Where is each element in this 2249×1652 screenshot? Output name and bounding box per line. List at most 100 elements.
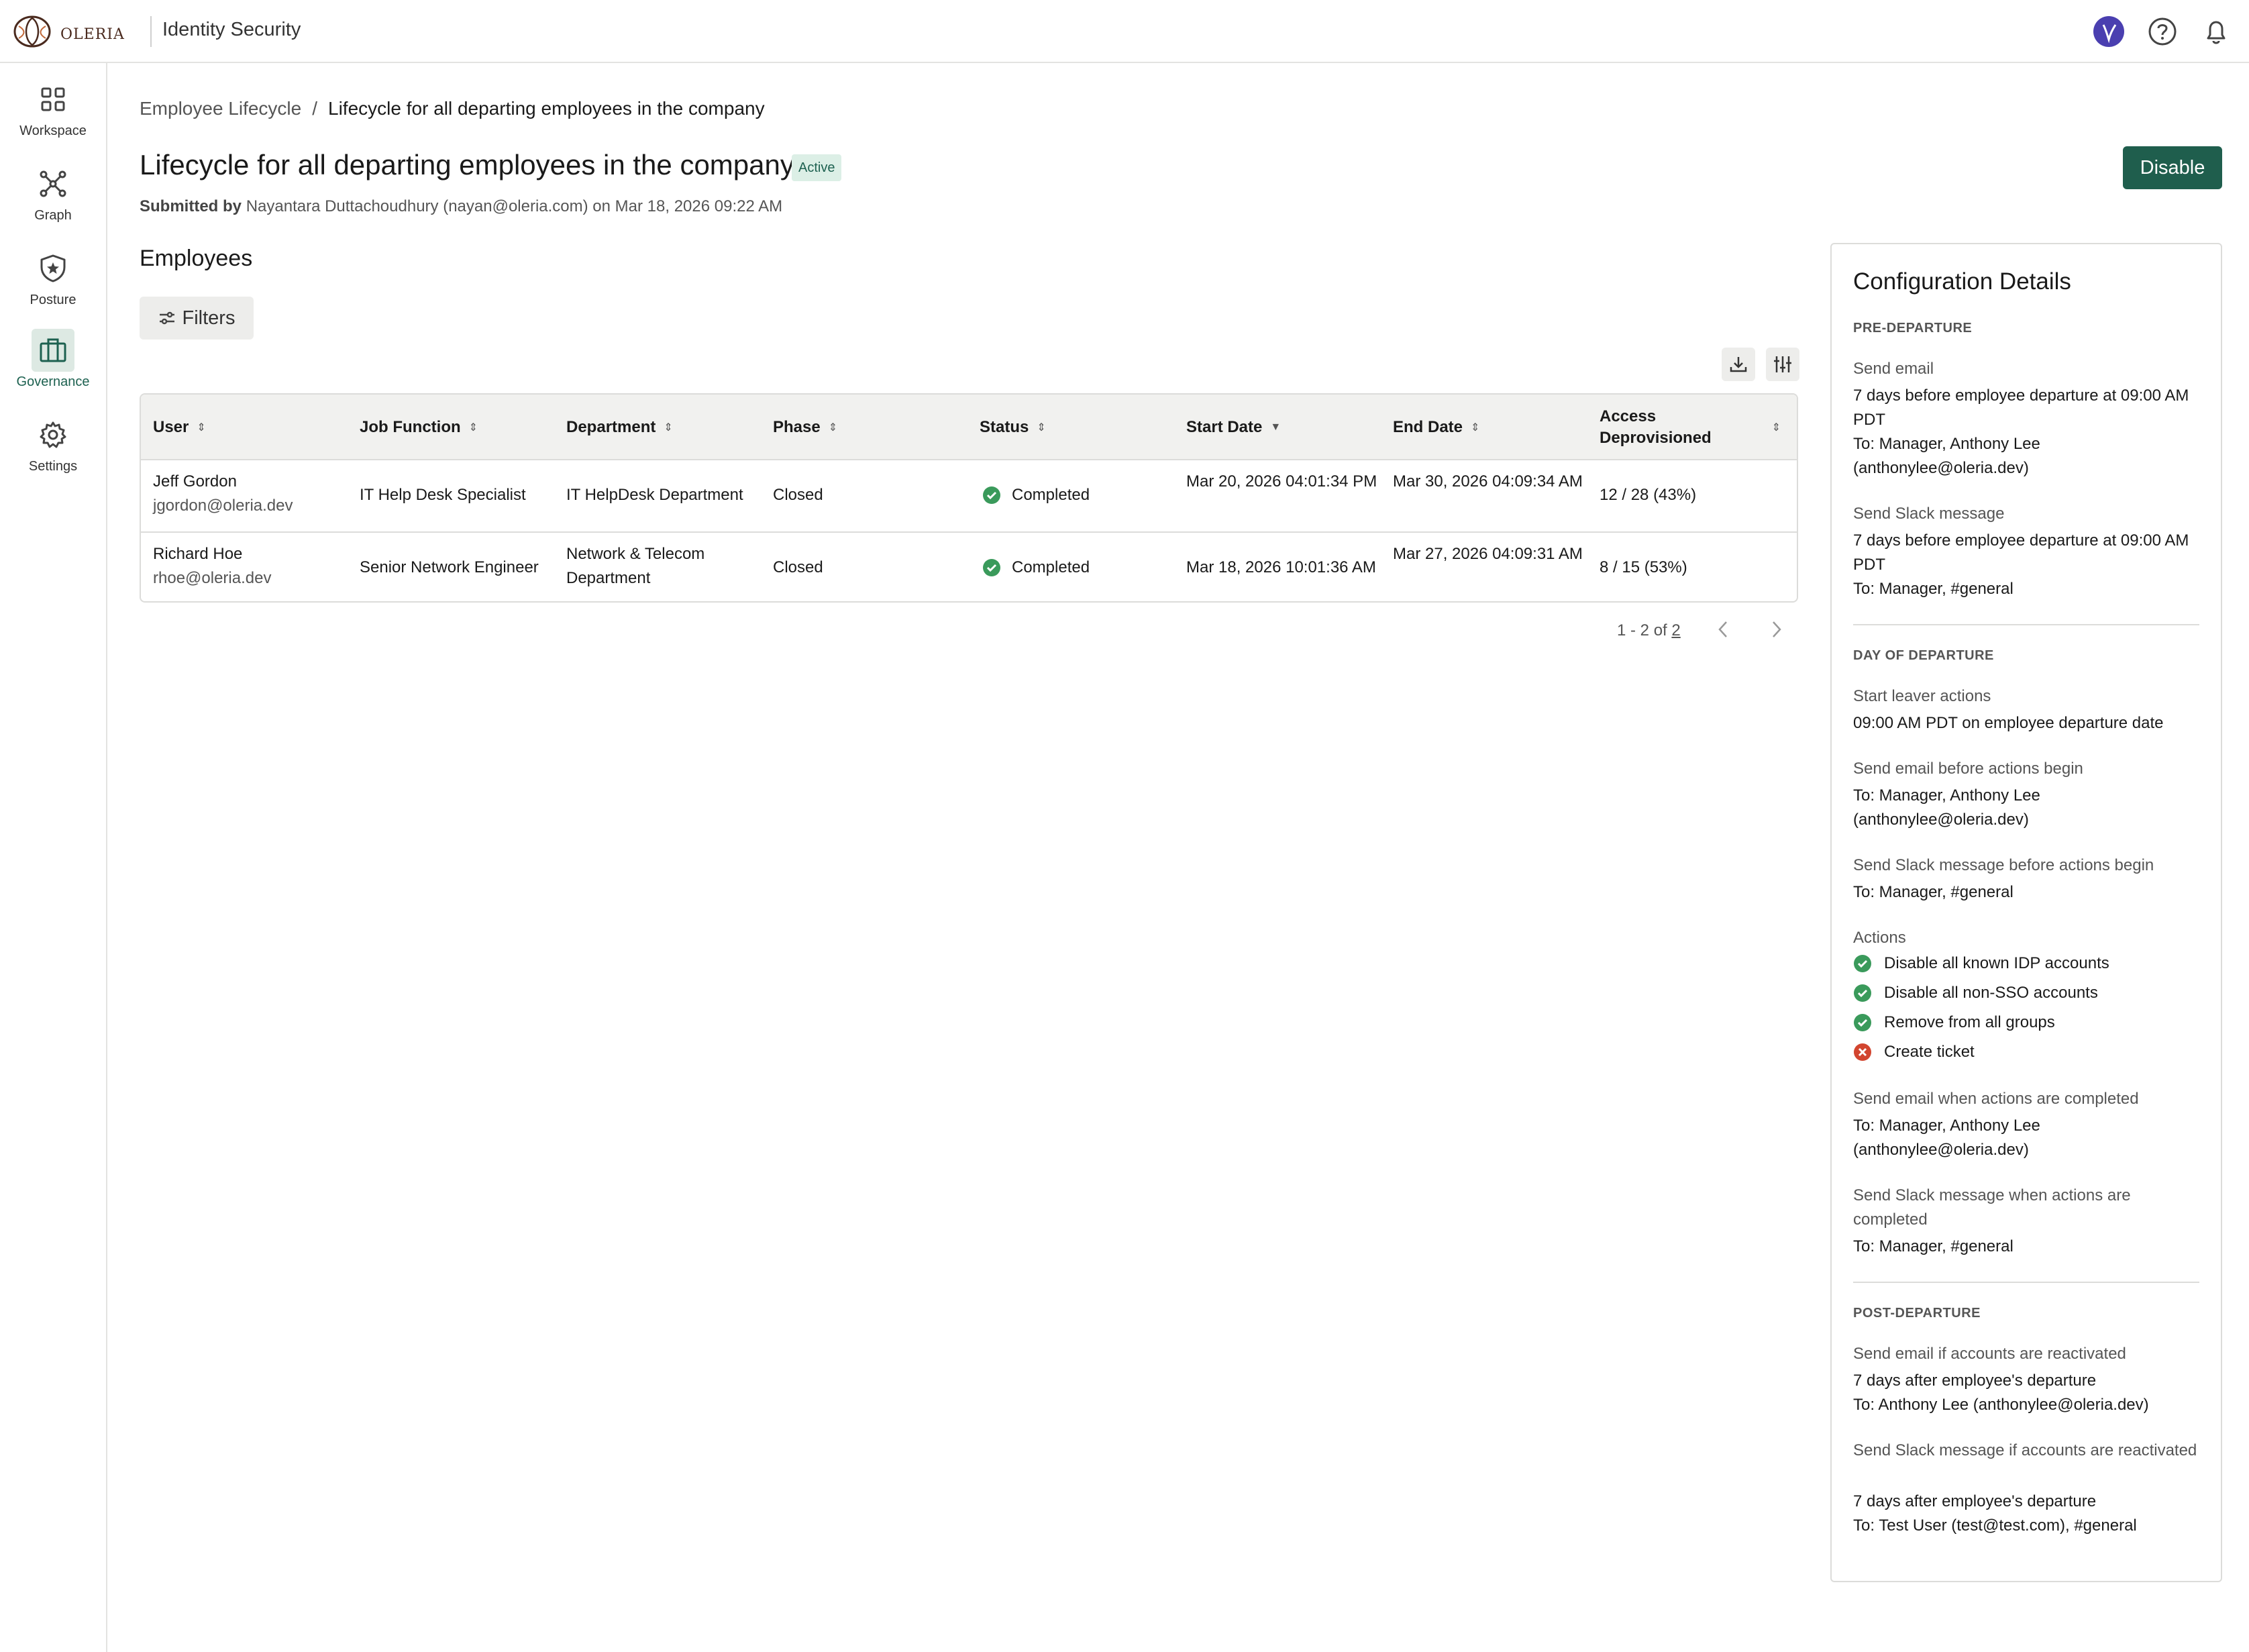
- sidebar-item-posture[interactable]: Posture: [0, 247, 106, 308]
- chevron-left-icon: [1718, 621, 1727, 637]
- email-done-to: To: Manager, Anthony Lee (anthonylee@ole…: [1853, 1117, 2040, 1159]
- post-email-to: To: Anthony Lee (anthonylee@oleria.dev): [1853, 1396, 2149, 1414]
- top-icons: [2092, 15, 2233, 48]
- briefcase-icon: [32, 329, 74, 372]
- post-slack-label: Send Slack message if accounts are react…: [1853, 1441, 2197, 1459]
- sort-desc-icon: ▼: [1270, 421, 1282, 433]
- slack-done-label: Send Slack message when actions are comp…: [1853, 1186, 2131, 1229]
- pre-email-label: Send email: [1853, 360, 1934, 378]
- next-page-button[interactable]: [1765, 617, 1789, 641]
- status-cell: Completed: [982, 556, 1090, 580]
- user-cell: Richard Hoe rhoe@oleria.dev: [153, 542, 271, 590]
- department-cell: IT HelpDesk Department: [566, 486, 743, 504]
- phase-cell: Closed: [773, 558, 823, 576]
- pager-total[interactable]: 2: [1671, 621, 1680, 639]
- employees-table: User ⇕ Job Function ⇕ Department ⇕ Phase ⇕ S…: [140, 393, 1798, 603]
- column-header-start-date[interactable]: Start Date ▼: [1186, 395, 1281, 460]
- top-bar: oleria Identity Security: [0, 0, 2249, 63]
- adjust-columns-icon: [1774, 356, 1791, 372]
- access-cell: 12 / 28 (43%): [1600, 486, 1697, 504]
- submitted-prefix: Submitted by: [140, 197, 242, 215]
- post-departure-heading: POST-DEPARTURE: [1853, 1306, 1981, 1321]
- breadcrumb-current: Lifecycle for all departing employees in…: [328, 98, 765, 119]
- shield-star-icon: [32, 247, 74, 290]
- column-header-phase[interactable]: Phase ⇕: [773, 395, 837, 460]
- phase-cell: Closed: [773, 486, 823, 504]
- start-date-cell: Mar 20, 2026 04:01:34 PM: [1186, 472, 1377, 491]
- check-circle-icon: [983, 486, 1000, 504]
- sidebar-item-governance[interactable]: Governance: [0, 329, 106, 390]
- sort-icon: ⇕: [1471, 422, 1480, 433]
- sort-icon: ⇕: [1771, 422, 1781, 433]
- user-name: Jeff Gordon: [153, 472, 237, 491]
- action-label: Disable all known IDP accounts: [1884, 954, 2109, 972]
- sidebar-item-graph[interactable]: Graph: [0, 162, 106, 223]
- help-icon[interactable]: [2146, 15, 2179, 48]
- prev-page-button[interactable]: [1711, 617, 1735, 641]
- table-header: User ⇕ Job Function ⇕ Department ⇕ Phase ⇕ S…: [141, 395, 1797, 460]
- pre-email-to: To: Manager, Anthony Lee (anthonylee@ole…: [1853, 435, 2040, 477]
- sort-icon: ⇕: [468, 422, 478, 433]
- column-header-label: Status: [980, 418, 1029, 436]
- sidebar: Workspace Graph Posture Governance Setti…: [0, 63, 107, 1652]
- pre-departure-heading: PRE-DEPARTURE: [1853, 321, 1973, 335]
- logo-text: oleria: [60, 19, 125, 44]
- disable-button[interactable]: Disable: [2123, 146, 2222, 189]
- sidebar-item-settings[interactable]: Settings: [0, 413, 106, 474]
- status-cell: Completed: [982, 483, 1090, 507]
- action-label: Disable all non-SSO accounts: [1884, 984, 2098, 1002]
- section-divider: [1853, 624, 2199, 625]
- department-cell: Network & Telecom Department: [566, 545, 705, 587]
- sliders-icon: [159, 311, 174, 325]
- post-slack-to: To: Test User (test@test.com), #general: [1853, 1516, 2137, 1535]
- breadcrumb: Employee Lifecycle / Lifecycle for all dep…: [140, 98, 765, 119]
- sidebar-item-workspace[interactable]: Workspace: [0, 78, 106, 139]
- status-label: Completed: [1012, 486, 1090, 504]
- status-badge: Active: [792, 154, 842, 181]
- pager-range: 1 - 2 of: [1617, 621, 1667, 639]
- column-header-label: Department: [566, 418, 656, 436]
- job-function-cell: IT Help Desk Specialist: [360, 486, 526, 504]
- pre-slack-label: Send Slack message: [1853, 505, 2005, 523]
- filters-label: Filters: [182, 307, 236, 329]
- chevron-right-icon: [1773, 621, 1781, 637]
- download-icon: [1730, 357, 1747, 372]
- column-header-label: Access Deprovisioned: [1600, 407, 1712, 447]
- sidebar-item-label: Workspace: [19, 123, 87, 138]
- access-cell: 8 / 15 (53%): [1600, 558, 1687, 576]
- sort-icon: ⇕: [197, 422, 206, 433]
- post-email-when: 7 days after employee's departure: [1853, 1372, 2097, 1390]
- slack-done-to: To: Manager, #general: [1853, 1237, 2013, 1255]
- column-header-access-deprovisioned[interactable]: Access Deprovisioned ⇕: [1600, 395, 1781, 460]
- filters-button[interactable]: Filters: [140, 297, 254, 340]
- table-row[interactable]: Richard Hoe rhoe@oleria.dev Senior Netwo…: [141, 531, 1797, 601]
- breadcrumb-parent[interactable]: Employee Lifecycle: [140, 98, 301, 119]
- column-header-status[interactable]: Status ⇕: [980, 395, 1046, 460]
- oleria-logo-icon: [13, 15, 51, 48]
- grid-icon: [32, 78, 74, 121]
- user-email: jgordon@oleria.dev: [153, 497, 293, 515]
- column-header-department[interactable]: Department ⇕: [566, 395, 673, 460]
- logo[interactable]: oleria: [12, 13, 125, 50]
- action-label: Remove from all groups: [1884, 1013, 2055, 1031]
- pre-slack-when: 7 days before employee departure at 09:0…: [1853, 531, 2189, 574]
- logo-divider: [150, 16, 152, 47]
- sort-icon: ⇕: [1037, 422, 1046, 433]
- config-title: Configuration Details: [1853, 268, 2071, 295]
- graph-icon: [32, 162, 74, 205]
- bell-icon[interactable]: [2199, 15, 2233, 48]
- table-row[interactable]: Jeff Gordon jgordon@oleria.dev IT Help D…: [141, 460, 1797, 531]
- column-header-end-date[interactable]: End Date ⇕: [1393, 395, 1479, 460]
- assistant-icon[interactable]: [2092, 15, 2126, 48]
- configuration-panel: Configuration Details PRE-DEPARTURE Send…: [1830, 243, 2222, 1582]
- sidebar-item-label: Posture: [30, 293, 76, 307]
- slack-before-label: Send Slack message before actions begin: [1853, 856, 2154, 874]
- pre-email-when: 7 days before employee departure at 09:0…: [1853, 386, 2189, 429]
- page-title: Lifecycle for all departing employees in…: [140, 149, 794, 180]
- column-header-job-function[interactable]: Job Function ⇕: [360, 395, 478, 460]
- download-button[interactable]: [1722, 348, 1755, 381]
- column-header-user[interactable]: User ⇕: [153, 395, 206, 460]
- check-circle-icon: [1854, 984, 1871, 1002]
- check-circle-icon: [983, 559, 1000, 576]
- column-settings-button[interactable]: [1766, 348, 1799, 381]
